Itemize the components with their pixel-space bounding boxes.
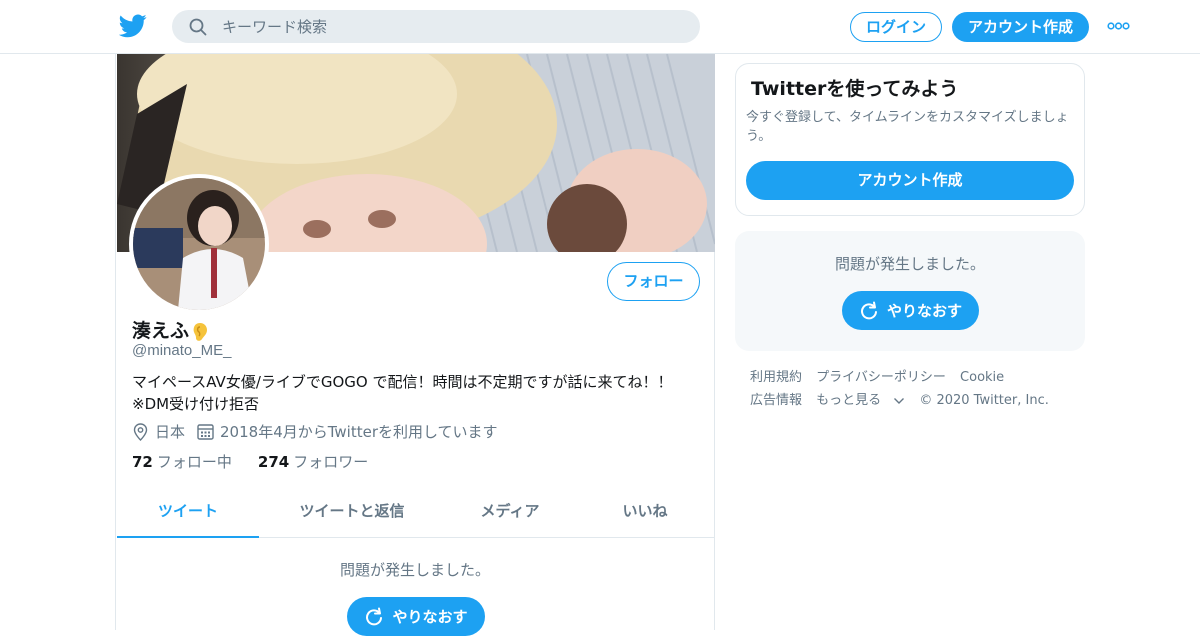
profile-tabs: ツイート ツイートと返信 メディア いいね	[117, 490, 715, 538]
footer-more[interactable]: もっと見る	[816, 389, 905, 412]
top-navigation: ログイン アカウント作成	[0, 0, 1200, 54]
footer-link-ads-info[interactable]: 広告情報	[750, 389, 802, 412]
joined-text: 2018年4月からTwitterを利用しています	[220, 423, 498, 441]
footer-link-cookie[interactable]: Cookie	[960, 366, 1004, 389]
twitter-bird-icon[interactable]	[119, 13, 147, 39]
profile-name-text: 湊えふ	[132, 320, 190, 342]
promo-title: Twitterを使ってみよう	[751, 78, 959, 100]
promo-signup-button[interactable]: アカウント作成	[746, 161, 1074, 200]
following-stat[interactable]: 72 フォロー中	[132, 451, 232, 472]
footer-link-privacy[interactable]: プライバシーポリシー	[816, 366, 946, 389]
followers-label: フォロワー	[293, 453, 369, 471]
calendar-icon	[197, 424, 214, 440]
signup-button[interactable]: アカウント作成	[952, 12, 1089, 42]
retry-label: やりなおす	[886, 302, 962, 320]
sidebar-error-panel: 問題が発生しました。 やりなおす	[735, 231, 1085, 351]
profile-avatar[interactable]	[129, 174, 269, 314]
location-pin-icon	[133, 422, 148, 441]
ear-emoji-icon	[193, 322, 208, 341]
followers-stat[interactable]: 274 フォロワー	[258, 451, 368, 472]
footer-more-label: もっと見る	[816, 393, 882, 408]
bio-line: マイペースAV女優/ライブでGOGO で配信！時間は不定期ですが話に来てね！！	[132, 373, 673, 391]
footer-link-terms[interactable]: 利用規約	[750, 366, 802, 389]
more-options-icon[interactable]	[1107, 20, 1130, 32]
tab-tweets-and-replies[interactable]: ツイートと返信	[259, 490, 445, 538]
search-icon	[189, 18, 207, 36]
tab-media[interactable]: メディア	[445, 490, 575, 538]
search-input[interactable]	[222, 10, 682, 43]
refresh-icon	[861, 301, 877, 319]
login-button[interactable]: ログイン	[850, 12, 942, 42]
bio-line: ※DM受け付け拒否	[132, 395, 260, 413]
copyright-text: © 2020 Twitter, Inc.	[919, 393, 1049, 408]
location-text: 日本	[155, 423, 186, 441]
profile-column: フォロー 湊えふ @minato_ME_ マイペースAV女優/ライブでGOGO …	[115, 54, 715, 636]
footer-links: 利用規約 プライバシーポリシー Cookie 広告情報 もっと見る © 2020…	[750, 366, 1080, 412]
profile-name: 湊えふ	[132, 316, 209, 343]
location-item: 日本	[132, 421, 185, 442]
profile-stats: 72 フォロー中 274 フォロワー	[132, 451, 394, 472]
chevron-down-icon	[894, 397, 905, 404]
promo-text: 今すぐ登録して、タイムラインをカスタマイズしましょう。	[746, 110, 1069, 144]
tab-likes[interactable]: いいね	[575, 490, 715, 538]
profile-bio: マイペースAV女優/ライブでGOGO で配信！時間は不定期ですが話に来てね！！ …	[132, 371, 702, 415]
retry-label: やりなおす	[392, 608, 468, 626]
joined-item: 2018年4月からTwitterを利用しています	[197, 421, 498, 442]
profile-meta: 日本 2018年4月からTwitterを利用しています	[132, 421, 510, 442]
tab-tweets[interactable]: ツイート	[117, 490, 259, 538]
search-bar	[172, 10, 700, 43]
profile-handle[interactable]: @minato_ME_	[132, 342, 231, 359]
following-label: フォロー中	[156, 453, 232, 471]
timeline-retry-button[interactable]: やりなおす	[347, 597, 485, 636]
signup-promo-card: Twitterを使ってみよう 今すぐ登録して、タイムラインをカスタマイズしましょ…	[735, 63, 1085, 216]
sidebar-retry-button[interactable]: やりなおす	[842, 291, 979, 330]
timeline-error-text: 問題が発生しました。	[339, 561, 490, 579]
sidebar-error-text: 問題が発生しました。	[834, 255, 985, 273]
follow-button[interactable]: フォロー	[607, 262, 700, 301]
following-count: 72	[132, 453, 153, 471]
refresh-icon	[366, 607, 383, 625]
followers-count: 274	[257, 453, 290, 471]
